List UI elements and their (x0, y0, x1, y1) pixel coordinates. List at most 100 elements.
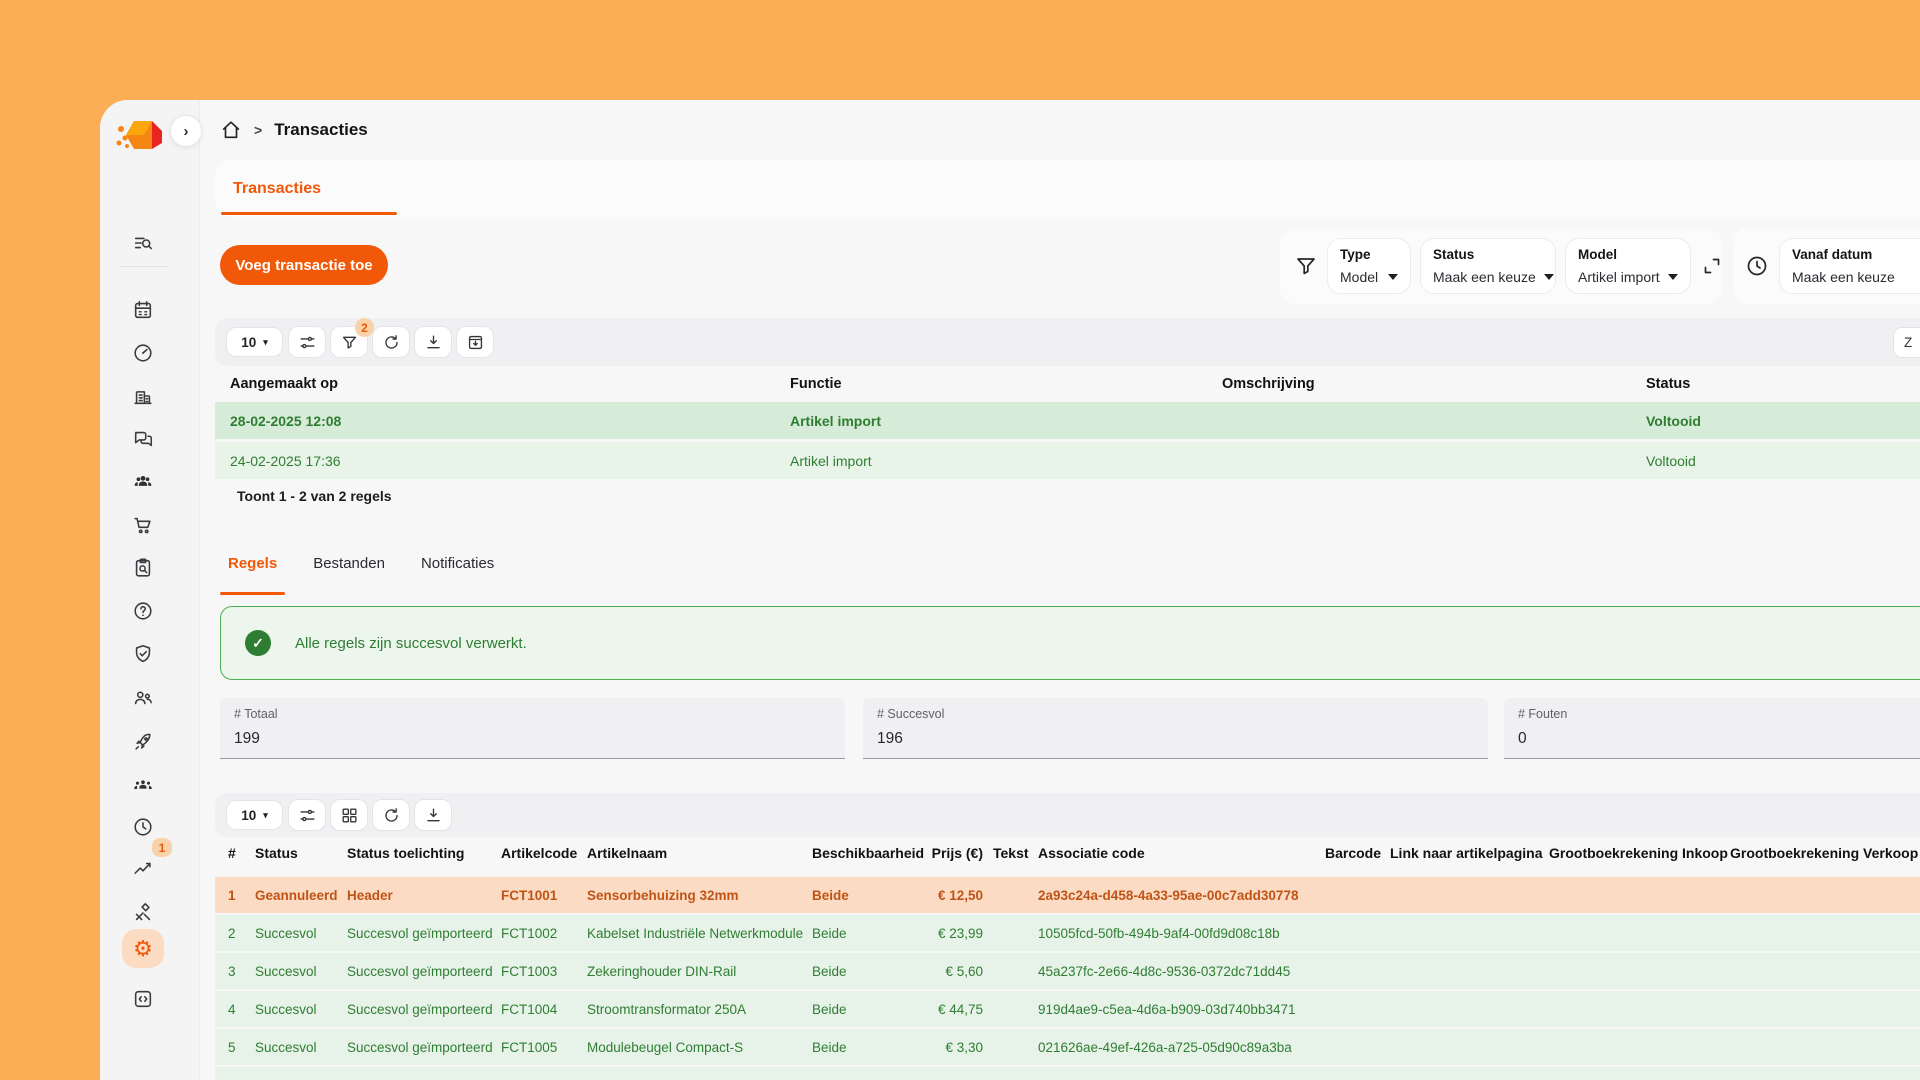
stat-succesvol: # Succesvol 196 (863, 698, 1488, 759)
people-outline-icon[interactable] (131, 686, 155, 710)
tab-transacties[interactable]: Transacties (221, 160, 397, 217)
tab-bestanden[interactable]: Bestanden (313, 555, 385, 591)
breadcrumb: > Transacties (220, 114, 368, 146)
trending-up-icon[interactable] (131, 857, 155, 881)
col-status: Status (255, 845, 347, 861)
gauge-icon[interactable] (131, 341, 155, 365)
col-associatie: Associatie code (1038, 845, 1325, 861)
cell-created: 28-02-2025 12:08 (230, 413, 790, 429)
sidebar: 1 ⚙ (100, 100, 200, 1080)
download-button[interactable] (414, 799, 452, 831)
col-toelichting: Status toelichting (347, 845, 501, 861)
cell-status: Succesvol (255, 1002, 347, 1017)
cell-status: Succesvol (255, 926, 347, 941)
sliders-icon (298, 806, 317, 825)
col-aangemaakt-op: Aangemaakt op (230, 376, 790, 392)
app-logo-icon[interactable] (112, 112, 168, 162)
tab-notificaties[interactable]: Notificaties (421, 555, 494, 591)
home-icon[interactable] (220, 119, 242, 141)
filter-model-dropdown[interactable]: Model Artikel import (1565, 238, 1691, 294)
sidebar-item-settings-active[interactable]: ⚙ (122, 929, 164, 968)
grid-icon (340, 806, 359, 825)
chat-icon[interactable] (131, 427, 155, 451)
page-size-select[interactable]: 10▾ (226, 800, 283, 830)
cell-artikelnaam: Stroomtransformator 250A (587, 1002, 812, 1017)
cell-beschikbaarheid: Beide (812, 964, 931, 979)
table-row-count: Toont 1 - 2 van 2 regels (237, 488, 392, 504)
clipboard-search-icon[interactable] (131, 556, 155, 580)
filter-type-dropdown[interactable]: Type Model (1327, 238, 1411, 294)
rules-table-header: # Status Status toelichting Artikelcode … (215, 842, 1920, 864)
stat-label: # Totaal (234, 707, 831, 721)
cell-artikelnaam: Zekeringhouder DIN-Rail (587, 964, 812, 979)
columns-settings-button[interactable] (288, 799, 326, 831)
clock-icon[interactable] (131, 815, 155, 839)
archive-download-button[interactable] (456, 326, 494, 358)
calendar-icon[interactable] (131, 298, 155, 322)
cell-num: 4 (228, 1002, 255, 1017)
table-row[interactable]: 24-02-2025 17:36 Artikel import Voltooid (215, 442, 1920, 479)
filter-button[interactable]: 2 (330, 326, 368, 358)
col-status: Status (1646, 376, 1920, 392)
table-row[interactable]: 4 Succesvol Succesvol geïmporteerd FCT10… (215, 991, 1920, 1027)
cell-artikelcode: FCT1003 (501, 964, 587, 979)
building-icon[interactable] (131, 384, 155, 408)
corner-resize-icon[interactable] (1700, 254, 1724, 278)
refresh-button[interactable] (372, 799, 410, 831)
download-button[interactable] (414, 326, 452, 358)
grid-view-button[interactable] (330, 799, 368, 831)
page-size-value: 10 (241, 335, 256, 350)
table-row[interactable]: 28-02-2025 12:08 Artikel import Voltooid (215, 402, 1920, 439)
sliders-icon (298, 333, 317, 352)
cell-num: 2 (228, 926, 255, 941)
cart-icon[interactable] (131, 513, 155, 537)
code-box-icon[interactable] (131, 987, 155, 1011)
cell-num: 5 (228, 1040, 255, 1055)
col-beschikbaarheid: Beschikbaarheid (812, 845, 931, 861)
rocket-icon[interactable] (131, 730, 155, 754)
filter-model-value: Artikel import (1578, 269, 1660, 285)
table-row[interactable]: 2 Succesvol Succesvol geïmporteerd FCT10… (215, 915, 1920, 951)
filter-date-dropdown[interactable]: Vanaf datum Maak een keuze (1779, 238, 1920, 294)
table-row[interactable]: 1 Geannuleerd Header FCT1001 Sensorbehui… (215, 877, 1920, 913)
shield-check-icon[interactable] (131, 642, 155, 666)
filter-model-label: Model (1578, 247, 1678, 262)
page-size-select[interactable]: 10▾ (226, 327, 283, 357)
tab-regels[interactable]: Regels (228, 555, 277, 591)
stat-value: 0 (1518, 730, 1920, 748)
breadcrumb-separator: > (254, 122, 262, 138)
group-icon[interactable] (131, 773, 155, 797)
app-window: 1 ⚙ › > Transacties Transacties Voeg tra… (100, 100, 1920, 1080)
funnel-icon (1294, 254, 1318, 278)
cell-status: Voltooid (1646, 453, 1920, 469)
alert-message: Alle regels zijn succesvol verwerkt. (295, 635, 527, 652)
stat-label: # Fouten (1518, 707, 1920, 721)
tools-icon[interactable] (131, 901, 155, 925)
columns-settings-button[interactable] (288, 326, 326, 358)
sidebar-expand-button[interactable]: › (170, 115, 202, 147)
search-input[interactable]: Z (1893, 327, 1920, 358)
refresh-button[interactable] (372, 326, 410, 358)
table-row[interactable]: 3 Succesvol Succesvol geïmporteerd FCT10… (215, 953, 1920, 989)
help-icon[interactable] (131, 599, 155, 623)
stat-label: # Succesvol (877, 707, 1474, 721)
table-row[interactable]: 6 Succesvol Succesvol geïmporteerd FCT10… (215, 1067, 1920, 1080)
col-link: Link naar artikelpagina (1390, 845, 1549, 861)
cell-prijs: € 44,75 (931, 1002, 993, 1017)
cell-associatie: 10505fcd-50fb-494b-9af4-00fd9d08c18b (1038, 926, 1325, 941)
table-row[interactable]: 5 Succesvol Succesvol geïmporteerd FCT10… (215, 1029, 1920, 1065)
cell-artikelcode: FCT1004 (501, 1002, 587, 1017)
cell-toelichting: Succesvol geïmporteerd (347, 926, 501, 941)
search-list-icon[interactable] (131, 231, 155, 255)
people-filled-icon[interactable] (131, 470, 155, 494)
cell-artikelcode: FCT1005 (501, 1040, 587, 1055)
cell-associatie: 2a93c24a-d458-4a33-95ae-00c7add30778 (1038, 888, 1325, 903)
page-title: Transacties (274, 120, 368, 140)
col-prijs: Prijs (€) (931, 845, 993, 861)
download-icon (424, 333, 443, 352)
add-transaction-button[interactable]: Voeg transactie toe (220, 245, 388, 285)
filter-date-value: Maak een keuze (1792, 269, 1895, 285)
col-gb-inkoop: Grootboekrekening Inkoop (1549, 845, 1730, 861)
cell-associatie: 021626ae-49ef-426a-a725-05d90c89a3ba (1038, 1040, 1325, 1055)
filter-status-dropdown[interactable]: Status Maak een keuze (1420, 238, 1556, 294)
